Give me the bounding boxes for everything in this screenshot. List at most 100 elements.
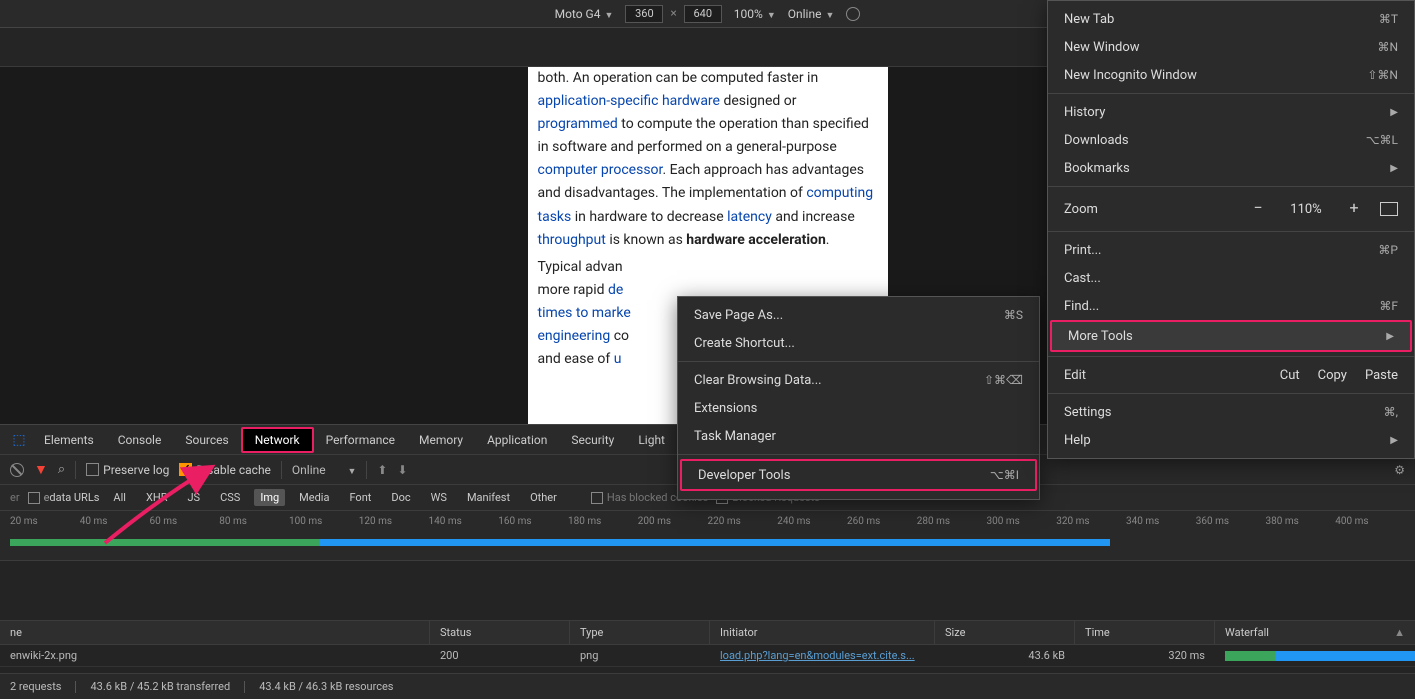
menu-cast[interactable]: Cast... (1048, 264, 1414, 292)
filter-all[interactable]: All (107, 489, 132, 506)
rotate-icon[interactable] (846, 7, 860, 21)
link-programmed[interactable]: programmed (538, 116, 618, 132)
throttle-select[interactable]: Online▼ (788, 7, 835, 21)
tab-elements[interactable]: Elements (32, 425, 106, 455)
link-u[interactable]: u (614, 351, 622, 367)
edit-copy[interactable]: Copy (1318, 368, 1347, 383)
filter-media[interactable]: Media (293, 489, 335, 506)
menu-clear-data[interactable]: Clear Browsing Data...⇧⌘⌫ (678, 366, 1039, 394)
menu-extensions[interactable]: Extensions (678, 394, 1039, 422)
search-icon[interactable]: ⌕ (58, 462, 65, 477)
menu-new-window[interactable]: New Window⌘N (1048, 33, 1414, 61)
zoom-select[interactable]: 100%▼ (734, 7, 776, 21)
col-size[interactable]: Size (935, 621, 1075, 644)
col-time[interactable]: Time (1075, 621, 1215, 644)
link-throughput[interactable]: throughput (538, 232, 606, 248)
tab-console[interactable]: Console (106, 425, 174, 455)
download-har-icon[interactable]: ⬇ (397, 463, 407, 477)
menu-save-page[interactable]: Save Page As...⌘S (678, 301, 1039, 329)
preserve-log-checkbox[interactable]: Preserve log (86, 463, 169, 477)
filter-js[interactable]: JS (181, 489, 206, 506)
menu-more-tools[interactable]: More Tools▶ (1050, 320, 1412, 352)
col-name[interactable]: ne (0, 621, 430, 644)
timeline-resize-area[interactable] (0, 561, 1415, 621)
zoom-in-button[interactable]: + (1342, 197, 1366, 221)
filter-ws[interactable]: WS (425, 489, 453, 506)
fullscreen-icon[interactable] (1380, 202, 1398, 216)
device-select[interactable]: Moto G4▼ (555, 7, 614, 21)
summary-resources: 43.4 kB / 46.3 kB resources (259, 680, 393, 693)
tab-network[interactable]: Network (241, 427, 314, 453)
menu-new-incognito[interactable]: New Incognito Window⇧⌘N (1048, 61, 1414, 89)
timeline-band-download (320, 539, 1110, 546)
menu-downloads[interactable]: Downloads⌥⌘L (1048, 126, 1414, 154)
stop-record-icon[interactable] (10, 463, 24, 477)
filter-other[interactable]: Other (524, 489, 563, 506)
filter-font[interactable]: Font (343, 489, 377, 506)
timeline-band-waiting (10, 539, 320, 546)
cell-waterfall (1215, 651, 1415, 661)
tab-performance[interactable]: Performance (314, 425, 407, 455)
menu-print[interactable]: Print...⌘P (1048, 236, 1414, 264)
col-waterfall[interactable]: Waterfall▲ (1215, 621, 1415, 644)
network-settings-icon[interactable]: ⚙ (1394, 463, 1405, 477)
menu-zoom: Zoom − 110% + (1048, 191, 1414, 227)
filter-doc[interactable]: Doc (385, 489, 416, 506)
filter-input-truncated[interactable]: er (10, 491, 20, 504)
filter-manifest[interactable]: Manifest (461, 489, 516, 506)
network-table: ne Status Type Initiator Size Time Water… (0, 621, 1415, 673)
link-engineering[interactable]: engineering (538, 328, 611, 344)
link-latency[interactable]: latency (727, 209, 772, 225)
zoom-percentage: 110% (1284, 202, 1328, 217)
throttle-dropdown[interactable]: Online ▼ (292, 463, 357, 477)
col-status[interactable]: Status (430, 621, 570, 644)
hide-data-urls-checkbox[interactable]: e data URLs (28, 491, 100, 504)
height-input[interactable] (684, 5, 722, 23)
network-timeline[interactable]: 20 ms40 ms60 ms80 ms100 ms120 ms140 ms16… (0, 511, 1415, 561)
table-row[interactable]: enwiki-2x.png 200 png load.php?lang=en&m… (0, 645, 1415, 667)
menu-bookmarks[interactable]: Bookmarks▶ (1048, 154, 1414, 182)
menu-history[interactable]: History▶ (1048, 98, 1414, 126)
menu-settings[interactable]: Settings⌘, (1048, 398, 1414, 426)
summary-transferred: 43.6 kB / 45.2 kB transferred (90, 680, 230, 693)
zoom-out-button[interactable]: − (1246, 197, 1270, 221)
link-hardware[interactable]: application-specific hardware (538, 93, 720, 109)
summary-requests: 2 requests (10, 680, 61, 693)
cell-name: enwiki-2x.png (0, 649, 430, 662)
cell-time: 320 ms (1075, 649, 1215, 662)
cell-type: png (570, 649, 710, 662)
device-mode-toggle-icon[interactable]: ⬚ (6, 427, 32, 453)
more-tools-submenu: Save Page As...⌘S Create Shortcut... Cle… (677, 296, 1040, 500)
menu-create-shortcut[interactable]: Create Shortcut... (678, 329, 1039, 357)
upload-har-icon[interactable]: ⬆ (377, 463, 387, 477)
menu-developer-tools[interactable]: Developer Tools⌥⌘I (680, 459, 1037, 491)
menu-edit: Edit Cut Copy Paste (1048, 361, 1414, 389)
filter-css[interactable]: CSS (214, 489, 246, 506)
menu-task-manager[interactable]: Task Manager (678, 422, 1039, 450)
filter-img[interactable]: Img (254, 489, 285, 506)
link-de[interactable]: de (608, 282, 623, 298)
chrome-main-menu: New Tab⌘T New Window⌘N New Incognito Win… (1047, 0, 1415, 459)
width-input[interactable] (625, 5, 663, 23)
link-times[interactable]: times to marke (538, 305, 631, 321)
link-processor[interactable]: computer processor (538, 162, 663, 178)
menu-new-tab[interactable]: New Tab⌘T (1048, 5, 1414, 33)
tab-sources[interactable]: Sources (173, 425, 240, 455)
tab-memory[interactable]: Memory (407, 425, 475, 455)
menu-find[interactable]: Find...⌘F (1048, 292, 1414, 320)
bold-term: hardware acceleration (686, 232, 826, 248)
col-type[interactable]: Type (570, 621, 710, 644)
cell-size: 43.6 kB (935, 649, 1075, 662)
network-summary: 2 requests 43.6 kB / 45.2 kB transferred… (0, 673, 1415, 699)
col-initiator[interactable]: Initiator (710, 621, 935, 644)
filter-icon[interactable]: ▼ (34, 461, 48, 478)
menu-help[interactable]: Help▶ (1048, 426, 1414, 454)
disable-cache-checkbox[interactable]: Disable cache (179, 463, 271, 477)
edit-paste[interactable]: Paste (1365, 368, 1398, 383)
tab-security[interactable]: Security (559, 425, 626, 455)
cell-initiator[interactable]: load.php?lang=en&modules=ext.cite.s... (710, 649, 935, 662)
filter-xhr[interactable]: XHR (140, 489, 174, 506)
edit-cut[interactable]: Cut (1280, 368, 1300, 383)
tab-lighthouse[interactable]: Light (626, 425, 677, 455)
tab-application[interactable]: Application (475, 425, 559, 455)
